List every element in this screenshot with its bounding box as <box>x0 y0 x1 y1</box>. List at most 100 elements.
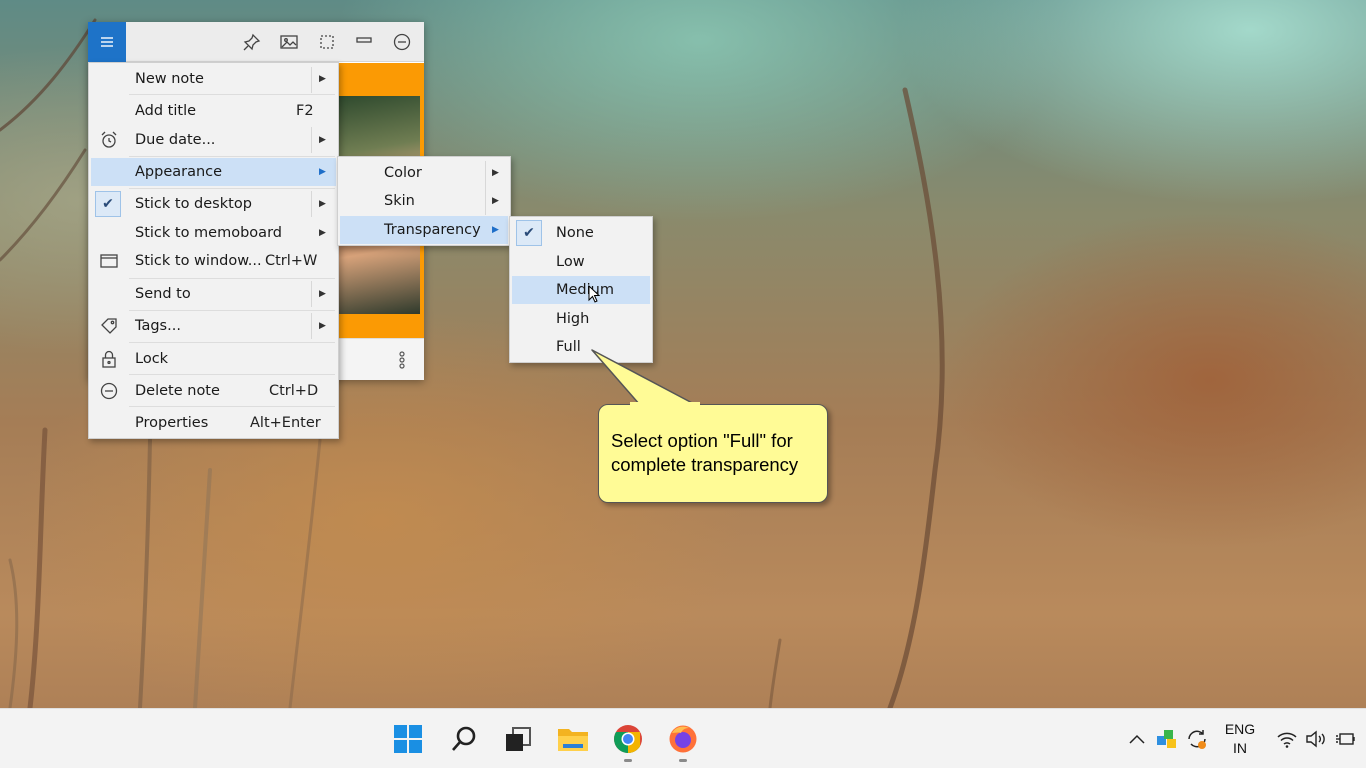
menu-item-label: Due date... <box>135 132 216 148</box>
menu-item-label: Transparency <box>384 222 481 238</box>
sync-icon <box>1188 730 1206 749</box>
chrome-icon <box>614 725 642 753</box>
task-view-button[interactable] <box>502 723 534 755</box>
running-indicator <box>679 759 687 762</box>
checkmark-icon: ✔ <box>95 191 121 217</box>
battery-button[interactable] <box>1335 727 1359 751</box>
colored-squares-icon <box>1157 730 1176 748</box>
search-icon <box>452 726 476 751</box>
menu-separator <box>129 188 335 189</box>
submenu-arrow-icon: ▶ <box>319 74 326 84</box>
menu-item-label: None <box>556 225 594 241</box>
menu-item-label: Skin <box>384 193 415 209</box>
submenu-arrow-icon: ▶ <box>492 196 499 206</box>
minimize-button[interactable] <box>352 30 376 54</box>
menu-item-label: Appearance <box>135 164 223 180</box>
menu-item-due-date[interactable]: Due date... ▶ <box>91 126 336 154</box>
submenu-arrow-icon: ▶ <box>492 168 499 178</box>
region-code: IN <box>1233 740 1247 756</box>
mouse-cursor-icon <box>588 285 600 303</box>
file-explorer-icon <box>558 729 588 751</box>
language-indicator[interactable]: ENG IN <box>1222 720 1258 758</box>
appearance-submenu: Color ▶ Skin ▶ Transparency ▶ <box>337 156 511 246</box>
alarm-clock-icon <box>97 128 121 152</box>
task-view-icon <box>506 727 531 751</box>
menu-item-label: Add title <box>135 103 197 119</box>
tag-icon <box>97 314 121 338</box>
menu-item-appearance[interactable]: Appearance ▶ <box>91 158 336 186</box>
pin-button[interactable] <box>240 30 264 54</box>
instruction-callout: Select option "Full" for complete transp… <box>598 404 828 503</box>
lock-icon <box>97 347 121 371</box>
sync-button[interactable] <box>1185 727 1209 751</box>
submenu-arrow-icon: ▶ <box>319 135 326 145</box>
search-button[interactable] <box>448 723 480 755</box>
transparency-submenu: ✔ None Low Medium High Full <box>509 216 653 363</box>
submenu-arrow-icon: ▶ <box>319 289 326 299</box>
callout-text: Select option "Full" for complete transp… <box>611 430 799 475</box>
menu-item-medium[interactable]: Medium <box>512 276 650 304</box>
window-icon <box>97 249 121 273</box>
menu-item-stick-to-window[interactable]: Stick to window... Ctrl+W <box>91 247 336 275</box>
more-options-button[interactable] <box>394 347 410 373</box>
minimize-icon <box>356 37 372 43</box>
chevron-up-icon <box>1129 734 1145 744</box>
menu-item-stick-to-memoboard[interactable]: Stick to memoboard ▶ <box>91 219 336 247</box>
menu-item-low[interactable]: Low <box>512 248 650 276</box>
menu-item-label: Delete note <box>135 383 220 399</box>
menu-separator <box>129 278 335 279</box>
menu-item-shortcut: F2 <box>296 103 314 119</box>
menu-item-label: Medium <box>556 282 614 298</box>
callout-pointer <box>591 349 697 406</box>
chrome-button[interactable] <box>612 723 644 755</box>
menu-item-new-note[interactable]: New note ▶ <box>91 65 336 93</box>
menu-separator <box>129 94 335 95</box>
menu-item-lock[interactable]: Lock <box>91 345 336 373</box>
select-icon <box>320 35 334 49</box>
menu-item-label: Full <box>556 339 581 355</box>
menu-item-label: Stick to desktop <box>135 196 252 212</box>
minus-circle-icon <box>97 379 121 403</box>
menu-item-properties[interactable]: Properties Alt+Enter <box>91 409 336 437</box>
submenu-arrow-icon: ▶ <box>319 321 326 331</box>
menu-item-label: New note <box>135 71 204 87</box>
menu-item-color[interactable]: Color ▶ <box>340 159 508 187</box>
menu-item-label: Lock <box>135 351 169 367</box>
image-icon <box>280 35 298 49</box>
menu-item-stick-to-desktop[interactable]: ✔ Stick to desktop ▶ <box>91 190 336 218</box>
tray-app-button[interactable] <box>1155 727 1179 751</box>
image-button[interactable] <box>277 30 301 54</box>
checkmark-icon: ✔ <box>516 220 542 246</box>
menu-item-send-to[interactable]: Send to ▶ <box>91 280 336 308</box>
speaker-icon <box>1306 730 1325 748</box>
close-note-button[interactable] <box>390 30 414 54</box>
menu-item-none[interactable]: ✔ None <box>512 219 650 247</box>
menu-item-label: Stick to memoboard <box>135 225 282 241</box>
volume-button[interactable] <box>1305 727 1327 751</box>
submenu-arrow-icon: ▶ <box>319 199 326 209</box>
note-context-menu: New note ▶ Add title F2 Due date... ▶ Ap… <box>88 62 339 439</box>
menu-icon <box>101 37 113 47</box>
show-hidden-icons-button[interactable] <box>1126 727 1148 751</box>
menu-item-transparency[interactable]: Transparency ▶ <box>340 216 508 244</box>
start-button[interactable] <box>392 723 424 755</box>
language-code: ENG <box>1224 721 1256 737</box>
file-explorer-button[interactable] <box>557 723 589 755</box>
menu-separator <box>129 342 335 343</box>
menu-button[interactable] <box>88 22 126 62</box>
menu-item-high[interactable]: High <box>512 305 650 333</box>
menu-item-shortcut: Alt+Enter <box>250 415 321 431</box>
firefox-button[interactable] <box>667 723 699 755</box>
menu-item-tags[interactable]: Tags... ▶ <box>91 312 336 340</box>
taskbar: ENG IN <box>0 708 1366 768</box>
pin-icon <box>243 33 261 51</box>
menu-item-add-title[interactable]: Add title F2 <box>91 97 336 125</box>
minus-circle-icon <box>393 33 411 51</box>
menu-separator <box>129 310 335 311</box>
menu-item-label: Send to <box>135 286 191 302</box>
menu-item-skin[interactable]: Skin ▶ <box>340 187 508 215</box>
wifi-button[interactable] <box>1276 727 1298 751</box>
select-button[interactable] <box>315 30 339 54</box>
menu-item-delete-note[interactable]: Delete note Ctrl+D <box>91 377 336 405</box>
menu-item-label: High <box>556 311 590 327</box>
